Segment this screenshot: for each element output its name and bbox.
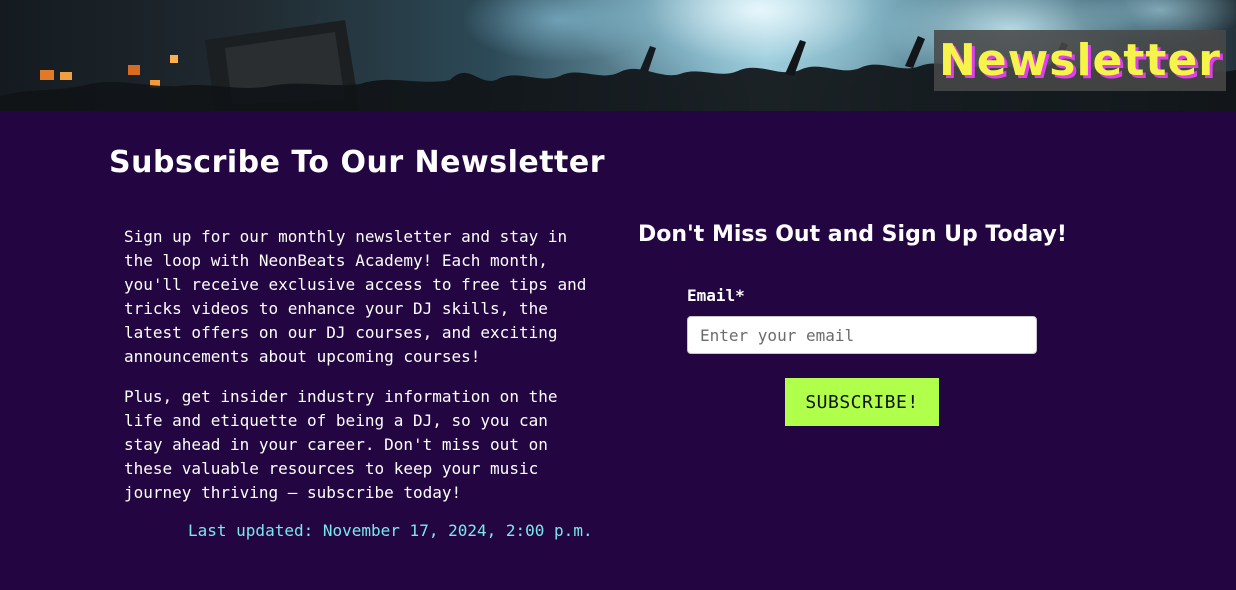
stage-light	[60, 72, 72, 80]
hero-title: Newsletter	[938, 34, 1222, 86]
raised-arm	[905, 36, 925, 68]
stage-light	[128, 65, 140, 75]
intro-paragraph: Plus, get insider industry information o…	[124, 387, 558, 502]
subscribe-button[interactable]: SUBSCRIBE!	[785, 378, 939, 426]
intro-text: Sign up for our monthly newsletter and s…	[124, 225, 594, 521]
raised-arm	[640, 46, 656, 72]
last-updated-text: Last updated: November 17, 2024, 2:00 p.…	[188, 521, 593, 540]
email-label: Email*	[687, 286, 745, 305]
newsletter-form: Don't Miss Out and Sign Up Today! Email*…	[638, 222, 1108, 426]
stage-light	[170, 55, 178, 63]
intro-paragraph: Sign up for our monthly newsletter and s…	[124, 227, 587, 366]
form-heading: Don't Miss Out and Sign Up Today!	[638, 222, 1067, 247]
page-title: Subscribe To Our Newsletter	[109, 145, 606, 180]
hero-banner: Newsletter	[0, 0, 1236, 111]
stage-light	[40, 70, 54, 80]
hero-title-badge: Newsletter	[934, 30, 1226, 91]
email-field[interactable]	[687, 316, 1037, 354]
